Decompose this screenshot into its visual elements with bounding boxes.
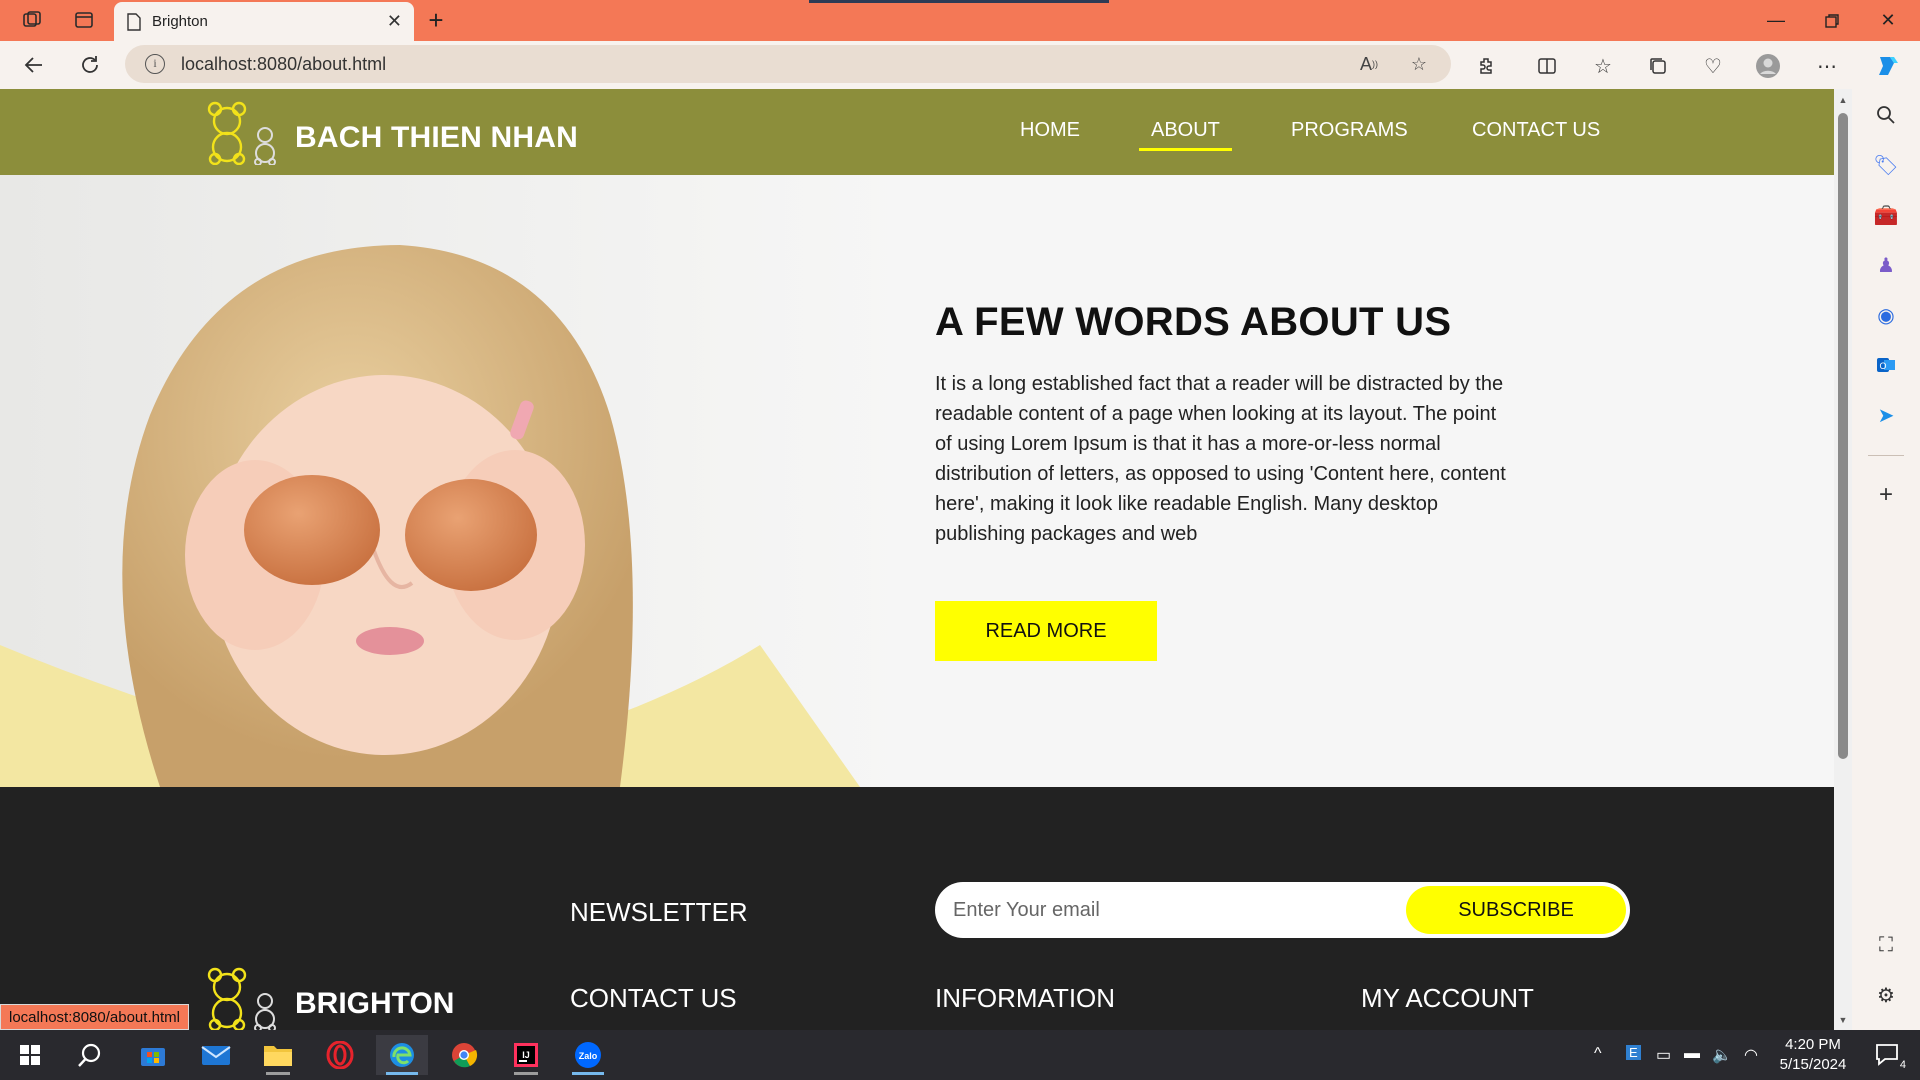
zalo-icon[interactable]: Zalo [562, 1035, 614, 1075]
microsoft-store-icon[interactable] [127, 1035, 179, 1075]
split-screen-icon[interactable] [1532, 51, 1562, 81]
email-input[interactable] [953, 882, 1393, 938]
search-icon[interactable] [1872, 101, 1900, 129]
send-icon[interactable]: ➤ [1872, 401, 1900, 429]
battery-icon[interactable]: ▬ [1684, 1045, 1700, 1063]
volume-muted-icon[interactable]: 🔈 [1712, 1045, 1732, 1065]
page-viewport: BACH THIEN NHAN HOME ABOUT PROGRAMS CONT… [0, 89, 1834, 1030]
windows-start-icon[interactable] [4, 1035, 56, 1075]
window-drag-strip [809, 0, 1109, 3]
svg-text:O: O [1879, 361, 1886, 371]
tools-icon[interactable]: 🧰 [1872, 201, 1900, 229]
read-aloud-icon[interactable]: A)) [1357, 52, 1381, 76]
workspaces-icon[interactable] [16, 6, 48, 34]
edge-sidebar: 🏷 🧰 ♟ ◉ O ➤ + ⛶ ⚙ [1852, 89, 1920, 1030]
about-hero: A FEW WORDS ABOUT US It is a long establ… [0, 175, 1834, 787]
teddy-bear-logo-icon [207, 967, 276, 1030]
intellij-icon[interactable]: IJ [500, 1035, 552, 1075]
microsoft-365-icon[interactable]: ◉ [1872, 301, 1900, 329]
site-footer: NEWSLETTER SUBSCRIBE BRIGHTON CONTACT US [0, 787, 1834, 1030]
taskbar-search-icon[interactable] [64, 1035, 116, 1075]
tab-title: Brighton [152, 13, 208, 30]
scroll-thumb[interactable] [1838, 113, 1848, 759]
scroll-down-icon[interactable]: ▼ [1838, 1015, 1848, 1025]
profile-avatar[interactable] [1753, 51, 1783, 81]
footer-account-heading: MY ACCOUNT [1361, 983, 1534, 1013]
outlook-icon[interactable]: O [1872, 351, 1900, 379]
opera-icon[interactable] [314, 1035, 366, 1075]
subscribe-button[interactable]: SUBSCRIBE [1406, 886, 1626, 934]
browser-tab[interactable]: Brighton ✕ [114, 2, 414, 41]
notifications-icon[interactable]: 4 [1862, 1035, 1914, 1075]
edge-icon[interactable] [376, 1035, 428, 1075]
nav-programs[interactable]: PROGRAMS [1291, 119, 1408, 148]
url-bar[interactable]: i localhost:8080/about.html A)) ☆ [125, 45, 1451, 83]
file-explorer-icon[interactable] [252, 1035, 304, 1075]
system-clock[interactable]: 4:20 PM 5/15/2024 [1768, 1035, 1858, 1075]
tab-actions-icon[interactable] [68, 6, 100, 34]
page-scrollbar[interactable]: ▲ ▼ [1834, 89, 1852, 1030]
more-options-icon[interactable]: ⋯ [1812, 51, 1842, 81]
svg-text:Zalo: Zalo [579, 1051, 598, 1061]
sidebar-divider [1868, 455, 1904, 456]
svg-text:IJ: IJ [522, 1050, 530, 1060]
nav-home[interactable]: HOME [1020, 119, 1080, 148]
refresh-icon[interactable] [72, 47, 108, 83]
nav-about[interactable]: ABOUT [1139, 119, 1232, 151]
newsletter-heading: NEWSLETTER [570, 897, 748, 927]
about-paragraph: It is a long established fact that a rea… [935, 373, 1506, 545]
close-window-icon[interactable]: ✕ [1860, 0, 1916, 41]
screenshot-icon[interactable]: ⛶ [1872, 931, 1900, 959]
minimize-icon[interactable]: — [1748, 0, 1804, 41]
meet-now-icon[interactable]: ▭ [1656, 1045, 1671, 1065]
read-more-button[interactable]: READ MORE [935, 601, 1157, 661]
copilot-icon[interactable] [1872, 51, 1902, 81]
shopping-tag-icon[interactable]: 🏷 [1872, 151, 1900, 179]
browser-essentials-icon[interactable]: ♡ [1698, 51, 1728, 81]
footer-logo-text: BRIGHTON [295, 987, 455, 1020]
footer-contact-heading: CONTACT US [570, 983, 737, 1013]
games-icon[interactable]: ♟ [1872, 251, 1900, 279]
scroll-up-icon[interactable]: ▲ [1838, 95, 1848, 105]
status-url-tooltip: localhost:8080/about.html [0, 1004, 189, 1030]
close-tab-icon[interactable]: ✕ [387, 11, 402, 32]
site-logo-text: BACH THIEN NHAN [295, 121, 578, 154]
footer-logo[interactable]: BRIGHTON [203, 967, 454, 1030]
hero-photo [0, 175, 920, 787]
favorite-star-icon[interactable]: ☆ [1407, 52, 1431, 76]
notification-count-badge: 4 [1897, 1059, 1908, 1071]
site-header: BACH THIEN NHAN HOME ABOUT PROGRAMS CONT… [0, 89, 1834, 175]
sidebar-settings-icon[interactable]: ⚙ [1872, 981, 1900, 1009]
mail-icon[interactable] [190, 1035, 242, 1075]
teddy-bear-logo-icon [207, 101, 276, 165]
new-tab-button[interactable]: + [420, 5, 452, 35]
windows-taskbar: IJ Zalo ^ E ▭ ▬ 🔈 ◠ 4:20 PM 5/15/2024 4 [0, 1030, 1920, 1080]
site-logo[interactable]: BACH THIEN NHAN [203, 101, 578, 165]
newsletter-form: SUBSCRIBE [935, 882, 1630, 938]
back-icon[interactable] [16, 47, 52, 83]
url-text[interactable]: localhost:8080/about.html [181, 54, 386, 75]
favorites-icon[interactable]: ☆ [1588, 51, 1618, 81]
footer-information-heading: INFORMATION [935, 983, 1116, 1013]
site-info-icon[interactable]: i [145, 54, 165, 74]
extensions-icon[interactable] [1472, 51, 1502, 81]
tray-chevron-icon[interactable]: ^ [1594, 1045, 1602, 1063]
collections-icon[interactable] [1643, 51, 1673, 81]
clock-time: 4:20 PM [1785, 1036, 1841, 1053]
chrome-icon[interactable] [438, 1035, 490, 1075]
restore-icon[interactable] [1804, 0, 1860, 41]
nav-contact-us[interactable]: CONTACT US [1472, 119, 1600, 148]
page-icon [127, 12, 141, 31]
clock-date: 5/15/2024 [1779, 1056, 1847, 1073]
add-sidebar-icon[interactable]: + [1872, 481, 1900, 509]
address-toolbar: i localhost:8080/about.html A)) ☆ ☆ ♡ ⋯ [0, 41, 1920, 89]
wifi-icon[interactable]: ◠ [1744, 1045, 1758, 1065]
tray-app-icon[interactable]: E [1626, 1045, 1641, 1060]
browser-titlebar: Brighton ✕ + — ✕ [0, 0, 1920, 41]
about-content: A FEW WORDS ABOUT US It is a long establ… [935, 300, 1515, 549]
about-title: A FEW WORDS ABOUT US [935, 300, 1452, 344]
